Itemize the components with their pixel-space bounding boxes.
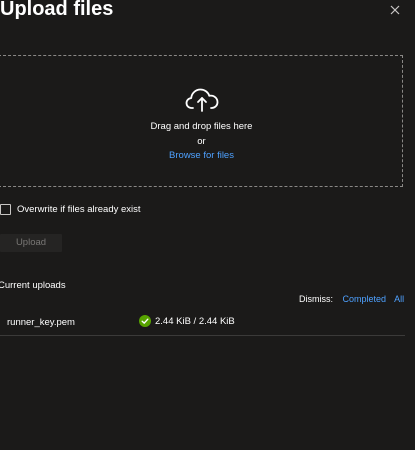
dismiss-label: Dismiss: — [299, 294, 333, 304]
drop-zone[interactable]: Drag and drop files here or Browse for f… — [0, 55, 403, 187]
current-uploads-title: Current uploads — [0, 280, 66, 291]
dismiss-controls: Dismiss: Completed All — [299, 293, 410, 305]
browse-files-link[interactable]: Browse for files — [0, 150, 404, 162]
upload-file-name: runner_key.pem — [7, 317, 75, 328]
close-icon — [390, 5, 400, 15]
panel-title: Upload files — [0, 0, 114, 20]
overwrite-checkbox[interactable] — [0, 203, 11, 215]
drop-instruction: Drag and drop files here — [150, 121, 253, 132]
close-button[interactable] — [385, 0, 405, 20]
upload-files-panel: Upload files Drag and drop files here or… — [0, 0, 415, 450]
drop-or-text: or — [197, 136, 206, 147]
upload-list-item: runner_key.pem 2.44 KiB / 2.44 KiB — [0, 312, 405, 336]
upload-progress-text: 2.44 KiB / 2.44 KiB — [155, 315, 235, 327]
check-circle-icon — [139, 315, 151, 327]
overwrite-label: Overwrite if files already exist — [17, 203, 141, 215]
dismiss-all-link[interactable]: All — [394, 294, 404, 304]
upload-button[interactable]: Upload — [0, 234, 62, 252]
cloud-upload-icon — [185, 88, 219, 112]
dismiss-completed-link[interactable]: Completed — [343, 294, 387, 304]
upload-status: 2.44 KiB / 2.44 KiB — [139, 315, 235, 327]
overwrite-option[interactable]: Overwrite if files already exist — [0, 202, 141, 216]
